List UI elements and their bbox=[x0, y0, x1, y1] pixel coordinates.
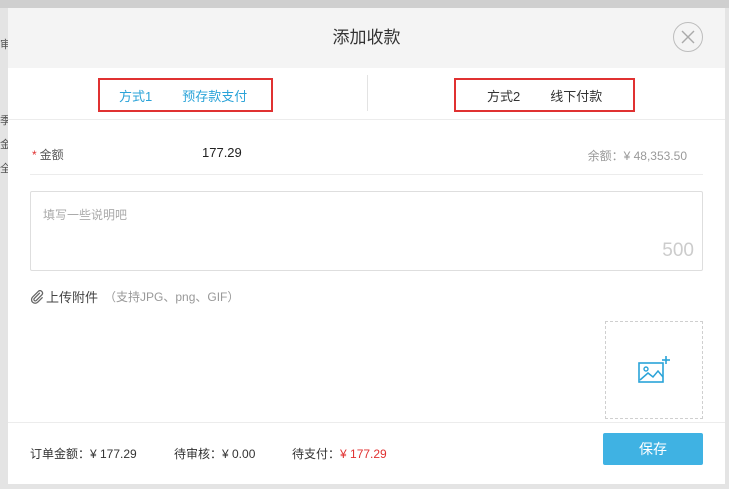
note-field-container: 500 bbox=[30, 191, 703, 271]
background-text: 金 bbox=[0, 139, 8, 151]
upload-label: 上传附件 bbox=[46, 290, 99, 305]
background-text: 全 bbox=[0, 163, 8, 175]
tab-prepaid[interactable]: 方式1 预存款支付 bbox=[98, 78, 273, 112]
tab-divider bbox=[367, 75, 368, 111]
to-pay-label: 待支付： bbox=[292, 447, 341, 461]
upload-attachment-link[interactable]: 上传附件 （支持JPG、png、GIF） bbox=[30, 287, 239, 306]
required-mark: * bbox=[32, 148, 37, 162]
add-payment-modal: 添加收款 方式1 预存款支付 方式2 线下付款 * 金额 177.29 余额：¥ … bbox=[8, 8, 725, 484]
background-toolbar bbox=[0, 0, 729, 8]
amount-label-text: 金额 bbox=[39, 148, 64, 162]
tab-label: 方式2 bbox=[487, 88, 521, 104]
modal-footer: 订单金额：¥ 177.29 待审核：¥ 0.00 待支付：¥ 177.29 保存 bbox=[8, 422, 725, 484]
char-count: 500 bbox=[662, 240, 694, 261]
close-icon bbox=[681, 30, 695, 44]
order-amount: 订单金额：¥ 177.29 bbox=[30, 447, 137, 461]
amount-label: * 金额 bbox=[32, 146, 64, 163]
to-pay-value: ¥ 177.29 bbox=[340, 447, 387, 461]
save-button[interactable]: 保存 bbox=[603, 433, 703, 465]
amount-value[interactable]: 177.29 bbox=[202, 145, 242, 160]
tab-value: 线下付款 bbox=[550, 88, 603, 104]
payment-method-tabs: 方式1 预存款支付 方式2 线下付款 bbox=[8, 68, 725, 120]
modal-title: 添加收款 bbox=[332, 28, 401, 47]
amount-row: * 金额 177.29 余额：¥ 48,353.50 bbox=[30, 134, 703, 175]
close-button[interactable] bbox=[673, 22, 703, 52]
background-text: 审 bbox=[0, 39, 8, 51]
pending-review: 待审核：¥ 0.00 bbox=[174, 447, 256, 461]
tab-value: 预存款支付 bbox=[182, 88, 248, 104]
tab-label: 方式1 bbox=[119, 88, 153, 104]
paperclip-icon bbox=[30, 289, 44, 304]
tab-offline[interactable]: 方式2 线下付款 bbox=[454, 78, 635, 112]
modal-header: 添加收款 bbox=[8, 8, 725, 68]
note-input[interactable] bbox=[31, 192, 702, 270]
image-add-icon bbox=[638, 356, 670, 383]
balance-text: 余额：¥ 48,353.50 bbox=[587, 149, 687, 163]
background-text: 季 bbox=[0, 115, 8, 127]
upload-hint: （支持JPG、png、GIF） bbox=[104, 290, 240, 304]
image-upload-box[interactable] bbox=[605, 321, 703, 419]
to-pay: 待支付：¥ 177.29 bbox=[292, 445, 387, 462]
